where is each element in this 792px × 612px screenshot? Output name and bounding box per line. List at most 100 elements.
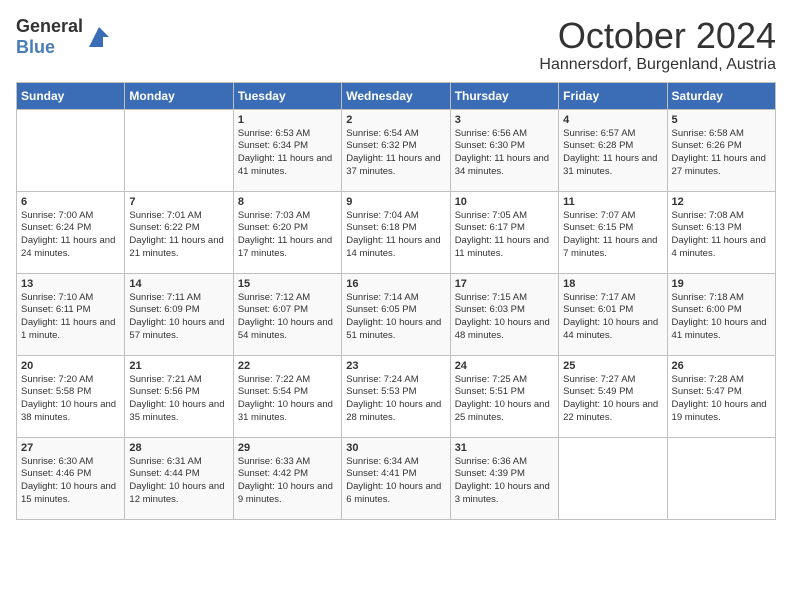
calendar-cell: 13 Sunrise: 7:10 AMSunset: 6:11 PMDayligh… — [17, 273, 125, 355]
calendar-cell: 8 Sunrise: 7:03 AMSunset: 6:20 PMDaylight… — [233, 191, 341, 273]
cell-content: Sunrise: 6:34 AMSunset: 4:41 PMDaylight:… — [346, 456, 445, 507]
day-number: 15 — [238, 278, 337, 290]
calendar-cell: 4Sunrise: 6:57 AMSunset: 6:28 PMDaylight… — [559, 109, 667, 191]
calendar-cell: 5Sunrise: 6:58 AMSunset: 6:26 PMDaylight… — [667, 109, 775, 191]
calendar-cell: 16Sunrise: 7:14 AMSunset: 6:05 PMDayligh… — [342, 273, 450, 355]
day-number: 8 — [238, 196, 337, 208]
calendar-week-row: 20 Sunrise: 7:20 AMSunset: 5:58 PMDayligh… — [17, 355, 776, 437]
logo-general: General — [16, 16, 83, 36]
calendar-cell: 19Sunrise: 7:18 AMSunset: 6:00 PMDayligh… — [667, 273, 775, 355]
cell-content: Sunrise: 7:07 AMSunset: 6:15 PMDaylight:… — [563, 210, 662, 261]
cell-content: Sunrise: 6:54 AMSunset: 6:32 PMDaylight:… — [346, 128, 445, 179]
calendar-cell — [17, 109, 125, 191]
day-number: 2 — [346, 114, 445, 126]
weekday-header: Sunday — [17, 82, 125, 109]
day-number: 3 — [455, 114, 554, 126]
calendar-cell: 7 Sunrise: 7:01 AMSunset: 6:22 PMDaylight… — [125, 191, 233, 273]
cell-content: Sunrise: 7:03 AMSunset: 6:20 PMDaylight:… — [238, 210, 337, 261]
day-number: 1 — [238, 114, 337, 126]
calendar-cell: 17Sunrise: 7:15 AMSunset: 6:03 PMDayligh… — [450, 273, 558, 355]
day-number: 26 — [672, 360, 771, 372]
calendar-cell: 31 Sunrise: 6:36 AMSunset: 4:39 PMDayligh… — [450, 437, 558, 519]
cell-content: Sunrise: 7:20 AMSunset: 5:58 PMDaylight:… — [21, 374, 120, 425]
calendar-cell: 3 Sunrise: 6:56 AMSunset: 6:30 PMDaylight… — [450, 109, 558, 191]
cell-content: Sunrise: 6:30 AMSunset: 4:46 PMDaylight:… — [21, 456, 120, 507]
cell-content: Sunrise: 7:12 AMSunset: 6:07 PMDaylight:… — [238, 292, 337, 343]
cell-content: Sunrise: 7:15 AMSunset: 6:03 PMDaylight:… — [455, 292, 554, 343]
calendar-cell: 24 Sunrise: 7:25 AMSunset: 5:51 PMDayligh… — [450, 355, 558, 437]
calendar-cell: 26 Sunrise: 7:28 AMSunset: 5:47 PMDayligh… — [667, 355, 775, 437]
calendar-cell — [559, 437, 667, 519]
calendar-cell: 12Sunrise: 7:08 AMSunset: 6:13 PMDayligh… — [667, 191, 775, 273]
day-number: 14 — [129, 278, 228, 290]
day-number: 7 — [129, 196, 228, 208]
cell-content: Sunrise: 6:56 AMSunset: 6:30 PMDaylight:… — [455, 128, 554, 179]
weekday-header: Tuesday — [233, 82, 341, 109]
cell-content: Sunrise: 7:04 AMSunset: 6:18 PMDaylight:… — [346, 210, 445, 261]
cell-content: Sunrise: 6:33 AMSunset: 4:42 PMDaylight:… — [238, 456, 337, 507]
day-number: 23 — [346, 360, 445, 372]
cell-content: Sunrise: 6:36 AMSunset: 4:39 PMDaylight:… — [455, 456, 554, 507]
day-number: 11 — [563, 196, 662, 208]
logo-icon — [85, 23, 113, 51]
calendar-cell: 25Sunrise: 7:27 AMSunset: 5:49 PMDayligh… — [559, 355, 667, 437]
day-number: 27 — [21, 442, 120, 454]
calendar-cell: 10Sunrise: 7:05 AMSunset: 6:17 PMDayligh… — [450, 191, 558, 273]
day-number: 24 — [455, 360, 554, 372]
weekday-header: Friday — [559, 82, 667, 109]
cell-content: Sunrise: 7:10 AMSunset: 6:11 PMDaylight:… — [21, 292, 120, 343]
day-number: 22 — [238, 360, 337, 372]
location-title: Hannersdorf, Burgenland, Austria — [539, 56, 776, 74]
calendar-week-row: 27 Sunrise: 6:30 AMSunset: 4:46 PMDayligh… — [17, 437, 776, 519]
cell-content: Sunrise: 7:14 AMSunset: 6:05 PMDaylight:… — [346, 292, 445, 343]
day-number: 6 — [21, 196, 120, 208]
calendar-cell: 11 Sunrise: 7:07 AMSunset: 6:15 PMDayligh… — [559, 191, 667, 273]
cell-content: Sunrise: 6:31 AMSunset: 4:44 PMDaylight:… — [129, 456, 228, 507]
weekday-header: Monday — [125, 82, 233, 109]
title-block: October 2024 Hannersdorf, Burgenland, Au… — [539, 16, 776, 74]
calendar-cell: 20 Sunrise: 7:20 AMSunset: 5:58 PMDayligh… — [17, 355, 125, 437]
day-number: 20 — [21, 360, 120, 372]
day-number: 13 — [21, 278, 120, 290]
calendar-cell — [667, 437, 775, 519]
cell-content: Sunrise: 6:53 AMSunset: 6:34 PMDaylight:… — [238, 128, 337, 179]
calendar-cell: 6 Sunrise: 7:00 AMSunset: 6:24 PMDaylight… — [17, 191, 125, 273]
calendar-cell: 30 Sunrise: 6:34 AMSunset: 4:41 PMDayligh… — [342, 437, 450, 519]
cell-content: Sunrise: 7:24 AMSunset: 5:53 PMDaylight:… — [346, 374, 445, 425]
calendar-cell: 14Sunrise: 7:11 AMSunset: 6:09 PMDayligh… — [125, 273, 233, 355]
cell-content: Sunrise: 6:58 AMSunset: 6:26 PMDaylight:… — [672, 128, 771, 179]
calendar-cell: 9Sunrise: 7:04 AMSunset: 6:18 PMDaylight… — [342, 191, 450, 273]
day-number: 25 — [563, 360, 662, 372]
weekday-header: Saturday — [667, 82, 775, 109]
logo-blue: Blue — [16, 37, 55, 57]
calendar-cell — [125, 109, 233, 191]
cell-content: Sunrise: 7:18 AMSunset: 6:00 PMDaylight:… — [672, 292, 771, 343]
day-number: 21 — [129, 360, 228, 372]
day-number: 30 — [346, 442, 445, 454]
page-header: General Blue October 2024 Hannersdorf, B… — [16, 16, 776, 74]
weekday-header: Thursday — [450, 82, 558, 109]
weekday-header: Wednesday — [342, 82, 450, 109]
calendar-week-row: 6 Sunrise: 7:00 AMSunset: 6:24 PMDaylight… — [17, 191, 776, 273]
day-number: 18 — [563, 278, 662, 290]
cell-content: Sunrise: 7:01 AMSunset: 6:22 PMDaylight:… — [129, 210, 228, 261]
calendar-week-row: 1 Sunrise: 6:53 AMSunset: 6:34 PMDaylight… — [17, 109, 776, 191]
cell-content: Sunrise: 7:22 AMSunset: 5:54 PMDaylight:… — [238, 374, 337, 425]
cell-content: Sunrise: 7:00 AMSunset: 6:24 PMDaylight:… — [21, 210, 120, 261]
calendar-cell: 18 Sunrise: 7:17 AMSunset: 6:01 PMDayligh… — [559, 273, 667, 355]
calendar-table: SundayMondayTuesdayWednesdayThursdayFrid… — [16, 82, 776, 520]
calendar-cell: 23 Sunrise: 7:24 AMSunset: 5:53 PMDayligh… — [342, 355, 450, 437]
calendar-week-row: 13 Sunrise: 7:10 AMSunset: 6:11 PMDayligh… — [17, 273, 776, 355]
day-number: 31 — [455, 442, 554, 454]
day-number: 29 — [238, 442, 337, 454]
calendar-cell: 29 Sunrise: 6:33 AMSunset: 4:42 PMDayligh… — [233, 437, 341, 519]
day-number: 12 — [672, 196, 771, 208]
calendar-header-row: SundayMondayTuesdayWednesdayThursdayFrid… — [17, 82, 776, 109]
cell-content: Sunrise: 7:25 AMSunset: 5:51 PMDaylight:… — [455, 374, 554, 425]
calendar-cell: 1 Sunrise: 6:53 AMSunset: 6:34 PMDaylight… — [233, 109, 341, 191]
logo: General Blue — [16, 16, 113, 58]
calendar-cell: 15 Sunrise: 7:12 AMSunset: 6:07 PMDayligh… — [233, 273, 341, 355]
calendar-cell: 28Sunrise: 6:31 AMSunset: 4:44 PMDayligh… — [125, 437, 233, 519]
cell-content: Sunrise: 7:28 AMSunset: 5:47 PMDaylight:… — [672, 374, 771, 425]
cell-content: Sunrise: 7:17 AMSunset: 6:01 PMDaylight:… — [563, 292, 662, 343]
